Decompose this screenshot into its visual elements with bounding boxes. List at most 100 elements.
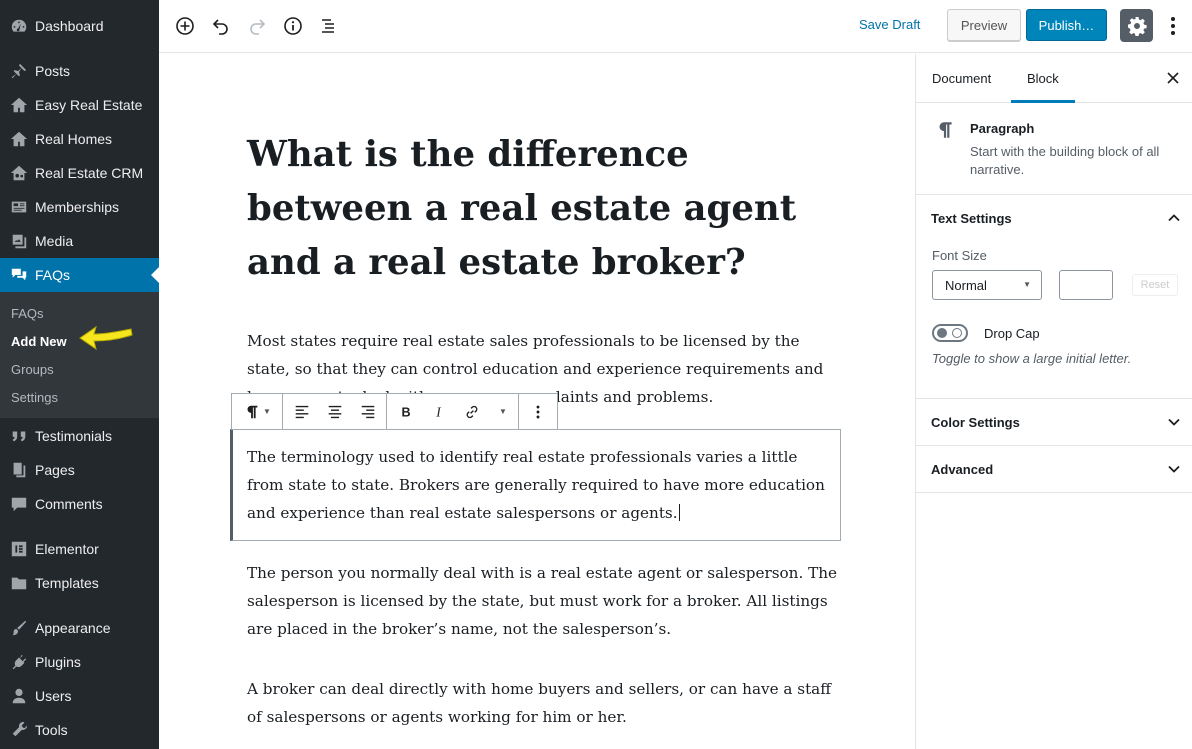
sidebar-item-real-homes[interactable]: Real Homes: [0, 122, 159, 156]
more-options-icon[interactable]: [1163, 13, 1183, 39]
folder-icon: [0, 574, 35, 592]
sidebar-item-label: Elementor: [35, 541, 99, 557]
section-title: Text Settings: [931, 211, 1012, 226]
block-card-title: Paragraph: [970, 121, 1035, 136]
post-title[interactable]: What is the difference between a real es…: [247, 128, 837, 290]
id-card-icon: [0, 198, 35, 216]
sidebar-item-templates[interactable]: Templates: [0, 566, 159, 600]
sidebar-item-media[interactable]: Media: [0, 224, 159, 258]
block-navigation-icon[interactable]: [316, 13, 342, 39]
toggle-off-mark: [952, 328, 962, 338]
text-settings-body: Font Size Normal ▼ Reset Drop Cap Toggle…: [916, 242, 1192, 399]
sidebar-item-faqs[interactable]: FAQs: [0, 258, 159, 292]
sidebar-item-comments[interactable]: Comments: [0, 487, 159, 521]
drop-cap-label: Drop Cap: [984, 326, 1040, 341]
sidebar-item-pages[interactable]: Pages: [0, 453, 159, 487]
comment-icon: [0, 495, 35, 513]
sidebar-item-memberships[interactable]: Memberships: [0, 190, 159, 224]
admin-sidebar: Dashboard Posts Easy Real Estate Real Ho…: [0, 0, 159, 749]
paragraph-block[interactable]: A broker can deal directly with home buy…: [247, 675, 837, 731]
drop-cap-toggle[interactable]: [932, 324, 968, 342]
paragraph-block-selected[interactable]: The terminology used to identify real es…: [247, 443, 837, 527]
undo-icon[interactable]: [208, 13, 234, 39]
house-people-icon: [0, 164, 35, 182]
drop-cap-help: Toggle to show a large initial letter.: [932, 351, 1132, 366]
quote-icon: [0, 427, 35, 445]
sidebar-item-label: Plugins: [35, 654, 81, 670]
settings-gear-icon[interactable]: [1120, 9, 1153, 42]
italic-icon[interactable]: I: [422, 394, 455, 429]
align-right-icon[interactable]: [351, 394, 384, 429]
format-group: B I ▼: [387, 394, 519, 429]
svg-text:B: B: [401, 405, 410, 419]
sidebar-item-plugins[interactable]: Plugins: [0, 645, 159, 679]
sidebar-item-label: Pages: [35, 462, 75, 478]
block-more-options-icon[interactable]: [521, 394, 554, 429]
submenu-item-groups[interactable]: Groups: [11, 362, 54, 377]
sidebar-item-dashboard[interactable]: Dashboard: [0, 9, 159, 43]
tab-block[interactable]: Block: [1011, 54, 1075, 103]
submenu-item-settings[interactable]: Settings: [11, 390, 58, 405]
paragraph-block[interactable]: The person you normally deal with is a r…: [247, 559, 837, 643]
house-icon: [0, 130, 35, 148]
block-more-group: [519, 394, 556, 429]
paragraph-icon[interactable]: ▼: [236, 394, 278, 429]
chevron-up-icon: [1168, 214, 1180, 222]
block-toolbar: ▼ B I ▼: [231, 393, 558, 430]
sidebar-item-testimonials[interactable]: Testimonials: [0, 419, 159, 453]
sidebar-item-label: Appearance: [35, 620, 111, 636]
sidebar-item-appearance[interactable]: Appearance: [0, 611, 159, 645]
faqs-submenu: FAQs Add New Groups Settings: [0, 292, 159, 418]
redo-icon[interactable]: [244, 13, 270, 39]
sidebar-item-label: Templates: [35, 575, 99, 591]
font-size-label: Font Size: [932, 248, 987, 263]
submenu-item-add-new[interactable]: Add New: [11, 334, 67, 349]
reset-button[interactable]: Reset: [1132, 274, 1178, 296]
block-switcher-group: ▼: [232, 394, 283, 429]
more-formats-chevron-icon[interactable]: ▼: [488, 394, 516, 429]
editor-top-toolbar: Save Draft Preview Publish…: [159, 0, 1192, 53]
preview-button[interactable]: Preview: [947, 9, 1021, 41]
save-draft-button[interactable]: Save Draft: [859, 17, 920, 32]
close-icon[interactable]: [1163, 68, 1183, 88]
sidebar-item-real-estate-crm[interactable]: Real Estate CRM: [0, 156, 159, 190]
publish-button[interactable]: Publish…: [1026, 9, 1107, 41]
annotation-arrow-icon: [79, 325, 133, 351]
toggle-knob: [937, 328, 947, 338]
custom-font-size-input[interactable]: [1059, 270, 1113, 300]
text-settings-toggle[interactable]: Text Settings: [916, 195, 1192, 242]
sidebar-item-label: Media: [35, 233, 74, 249]
sidebar-item-label: Real Homes: [35, 131, 113, 147]
pages-icon: [0, 461, 35, 479]
link-icon[interactable]: [455, 394, 488, 429]
sidebar-item-tools[interactable]: Tools: [0, 713, 159, 747]
editor-canvas: What is the difference between a real es…: [159, 54, 915, 749]
bold-icon[interactable]: B: [389, 394, 422, 429]
section-title: Color Settings: [931, 414, 1020, 430]
house-icon: [0, 96, 35, 114]
alignment-group: [283, 394, 387, 429]
sidebar-item-easy-real-estate[interactable]: Easy Real Estate: [0, 88, 159, 122]
add-block-icon[interactable]: [172, 13, 198, 39]
svg-text:I: I: [435, 404, 442, 419]
sidebar-item-label: Memberships: [35, 199, 120, 215]
color-settings-toggle[interactable]: Color Settings: [916, 399, 1192, 446]
font-size-select[interactable]: Normal ▼: [932, 270, 1042, 300]
dashboard-icon: [0, 17, 35, 35]
align-center-icon[interactable]: [318, 394, 351, 429]
submenu-item-faqs[interactable]: FAQs: [11, 306, 44, 321]
align-left-icon[interactable]: [285, 394, 318, 429]
advanced-toggle[interactable]: Advanced: [916, 446, 1192, 493]
sidebar-item-label: Dashboard: [35, 18, 104, 34]
info-icon[interactable]: [280, 13, 306, 39]
block-card: Paragraph Start with the building block …: [916, 103, 1192, 195]
sidebar-item-users[interactable]: Users: [0, 679, 159, 713]
font-size-value: Normal: [945, 277, 987, 293]
settings-tabs: Document Block: [916, 54, 1192, 103]
sidebar-item-posts[interactable]: Posts: [0, 54, 159, 88]
wrench-icon: [0, 721, 35, 739]
sidebar-item-elementor[interactable]: Elementor: [0, 532, 159, 566]
tab-document[interactable]: Document: [916, 54, 1007, 103]
brush-icon: [0, 619, 35, 637]
sidebar-item-label: Comments: [35, 496, 103, 512]
